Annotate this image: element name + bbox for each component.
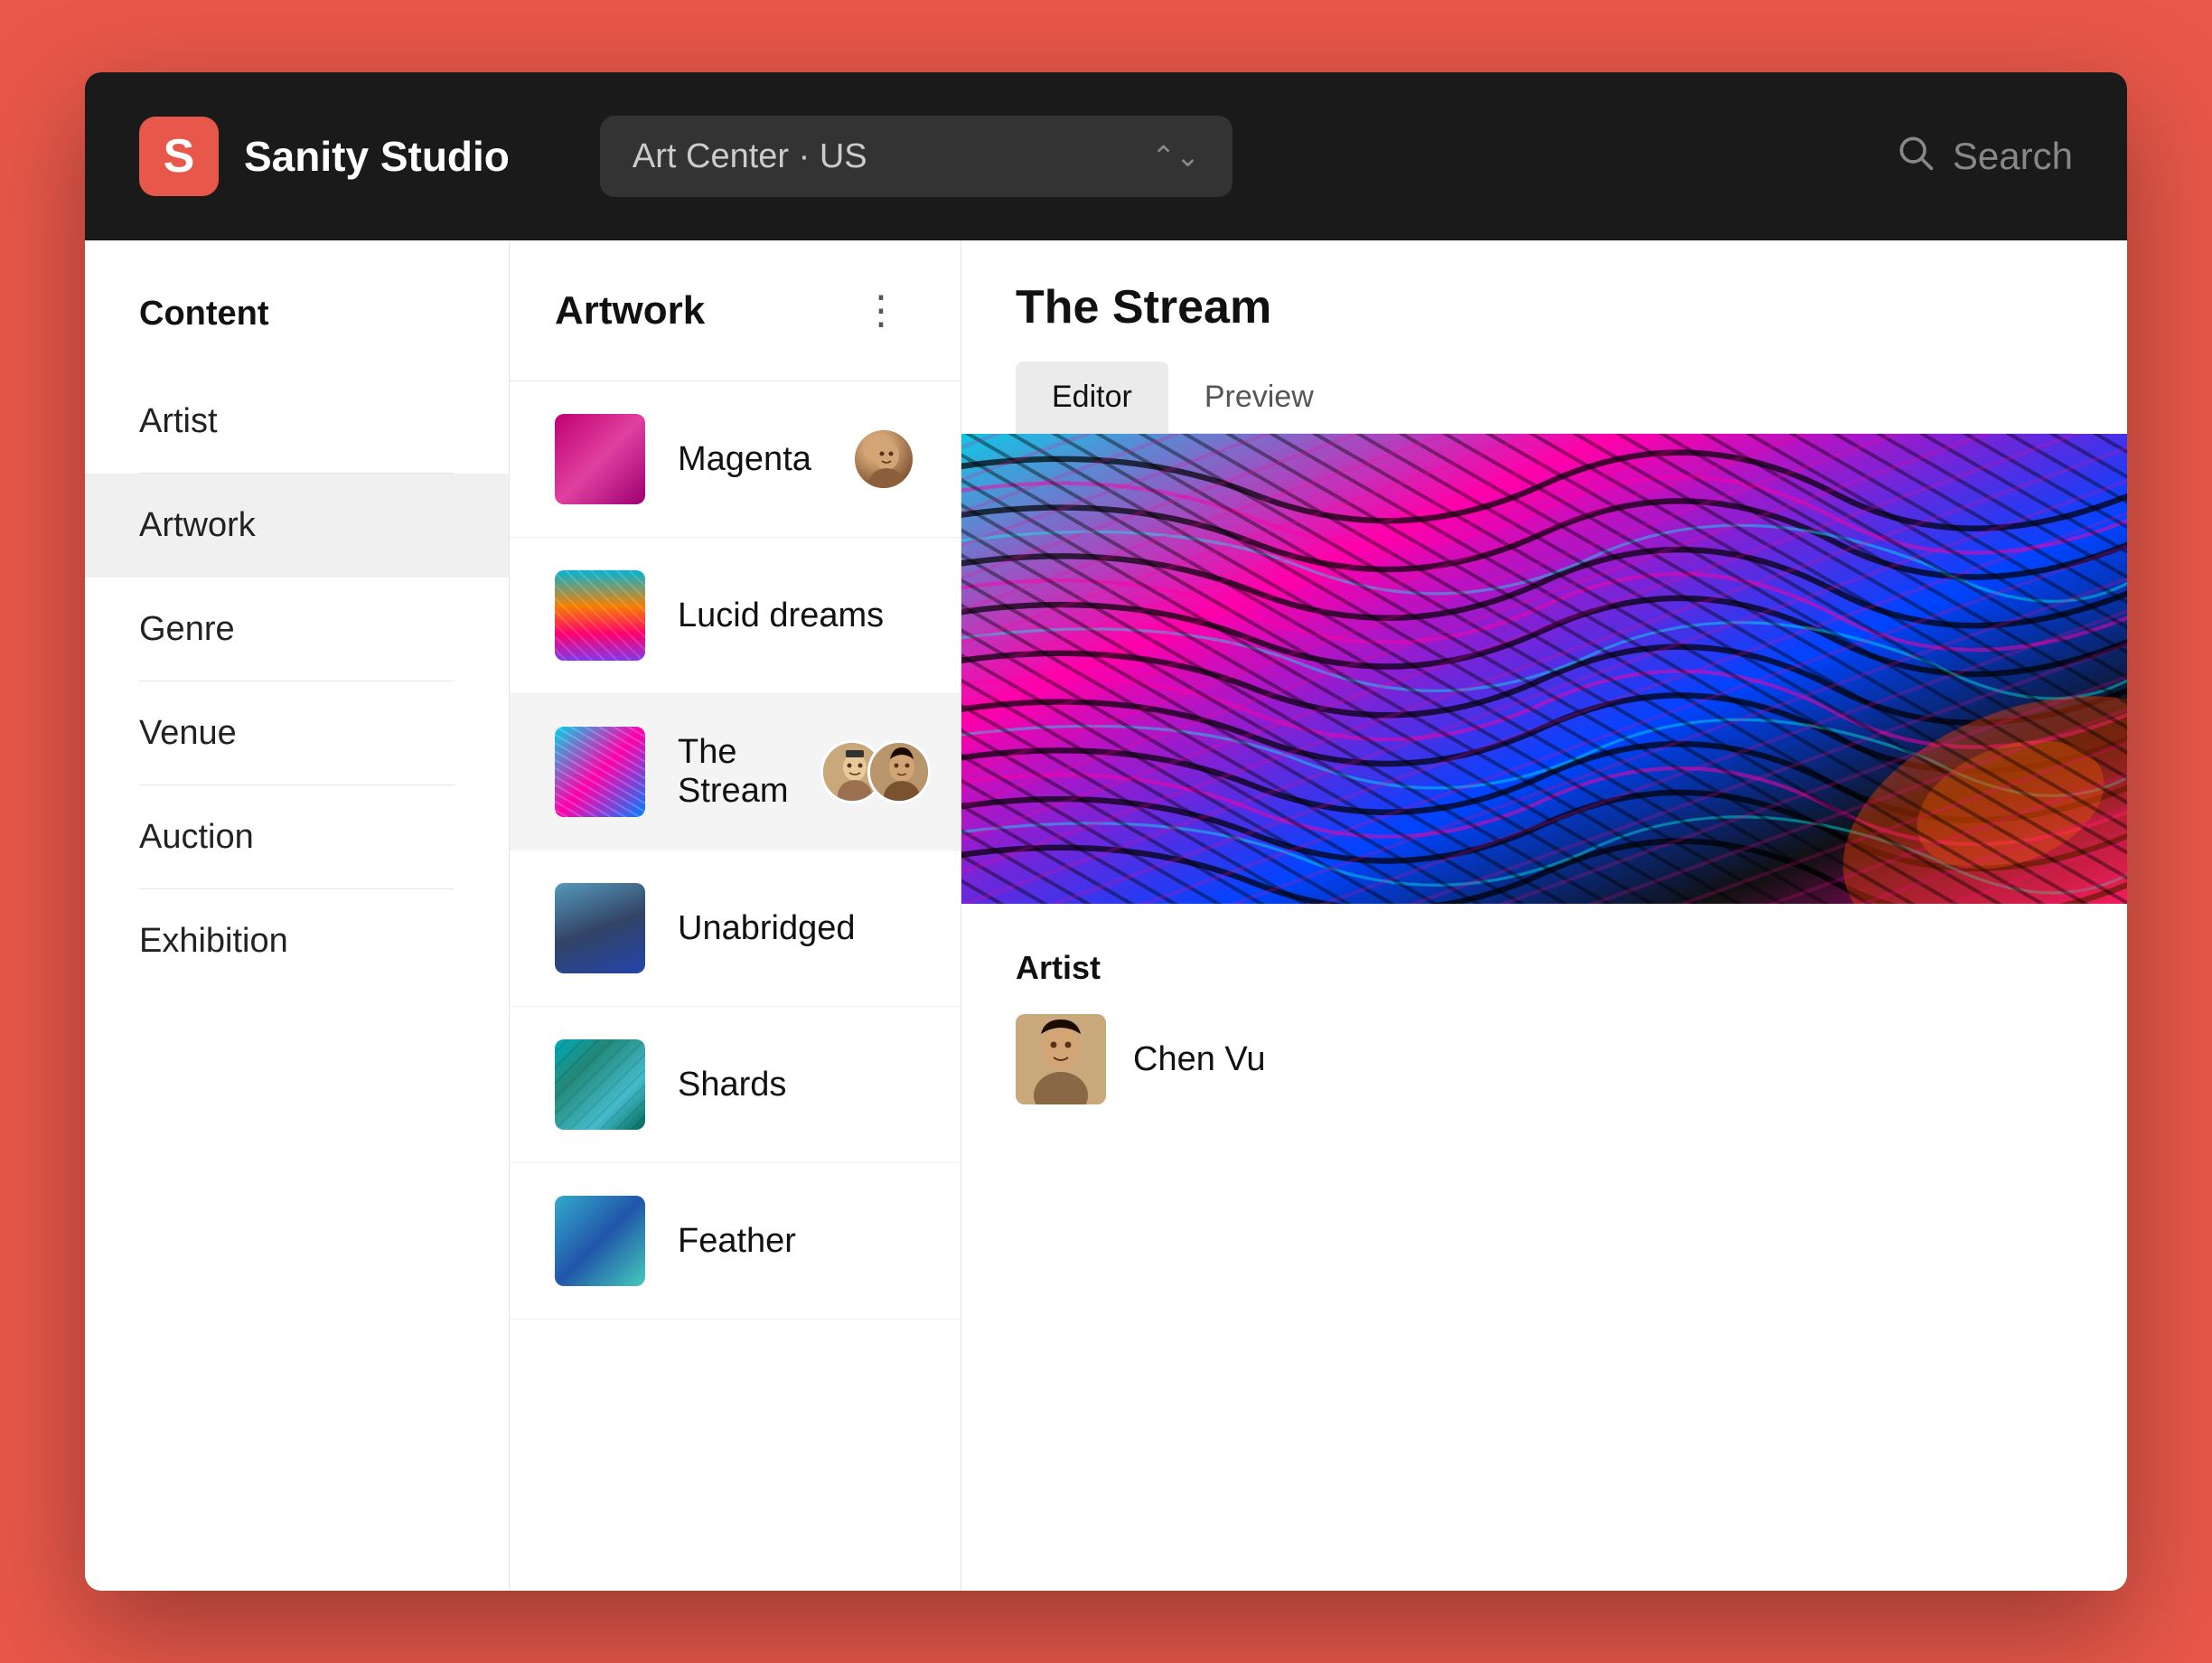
app-title: Sanity Studio <box>244 132 510 181</box>
panel-title: Artwork <box>555 288 847 334</box>
sidebar-item-artist[interactable]: Artist <box>85 370 509 474</box>
topbar: S Sanity Studio Art Center · US ⌃⌄ Searc… <box>85 72 2127 240</box>
workspace-selector[interactable]: Art Center · US ⌃⌄ <box>600 116 1233 197</box>
app-logo-icon: S <box>139 117 219 196</box>
artwork-thumb-unabridged <box>555 883 645 973</box>
artwork-name: Feather <box>678 1222 915 1261</box>
artwork-name: The Stream <box>678 733 788 811</box>
sidebar-item-exhibition[interactable]: Exhibition <box>85 889 509 993</box>
right-panel-title: The Stream <box>1016 280 2073 334</box>
chevron-updown-icon: ⌃⌄ <box>1151 139 1200 174</box>
artwork-item-the-stream[interactable]: The Stream <box>510 694 961 850</box>
right-panel: The Stream Editor Preview <box>961 240 2127 1591</box>
tabs: Editor Preview <box>1016 362 2073 434</box>
artwork-item-feather[interactable]: Feather <box>510 1163 961 1320</box>
artwork-thumb-shards <box>555 1039 645 1130</box>
main-content: Content Artist Artwork Genre Venue Aucti… <box>85 240 2127 1591</box>
artist-section: Artist <box>961 904 2127 1150</box>
artwork-thumb-feather <box>555 1196 645 1286</box>
avatars-magenta <box>852 427 915 491</box>
artwork-name: Unabridged <box>678 909 915 948</box>
sidebar-item-genre[interactable]: Genre <box>85 578 509 681</box>
search-icon <box>1895 132 1935 181</box>
artwork-item-shards[interactable]: Shards <box>510 1007 961 1163</box>
artwork-thumb-magenta <box>555 414 645 504</box>
artwork-list: Magenta <box>510 381 961 1320</box>
panel-header: Artwork ⋮ <box>510 240 961 381</box>
tab-preview[interactable]: Preview <box>1168 362 1350 433</box>
hero-image-canvas <box>961 434 2127 904</box>
workspace-label: Art Center · US <box>633 137 1129 176</box>
avatar <box>867 740 931 803</box>
artwork-name: Lucid dreams <box>678 597 915 635</box>
sidebar-item-venue[interactable]: Venue <box>85 681 509 785</box>
artist-name: Chen Vu <box>1133 1040 1265 1079</box>
artist-card[interactable]: Chen Vu <box>1016 1014 2073 1104</box>
more-options-icon[interactable]: ⋮ <box>847 280 915 341</box>
avatar <box>852 427 915 491</box>
artwork-hero-image <box>961 434 2127 904</box>
sidebar-item-artwork[interactable]: Artwork <box>85 474 509 578</box>
artwork-item-unabridged[interactable]: Unabridged <box>510 850 961 1007</box>
artwork-name: Magenta <box>678 440 820 479</box>
artist-avatar <box>1016 1014 1106 1104</box>
artwork-thumb-lucid-dreams <box>555 570 645 661</box>
logo-wrap: S Sanity Studio <box>139 117 510 196</box>
sidebar-header: Content <box>85 277 509 370</box>
artwork-item-lucid-dreams[interactable]: Lucid dreams <box>510 538 961 694</box>
search-area[interactable]: Search <box>1895 132 2073 181</box>
sidebar: Content Artist Artwork Genre Venue Aucti… <box>85 240 510 1591</box>
artwork-item-magenta[interactable]: Magenta <box>510 381 961 538</box>
tab-editor[interactable]: Editor <box>1016 362 1168 433</box>
search-label: Search <box>1953 135 2073 178</box>
artwork-thumb-the-stream <box>555 727 645 817</box>
artwork-name: Shards <box>678 1066 915 1104</box>
middle-panel: Artwork ⋮ Magenta <box>510 240 961 1591</box>
right-body: Artist <box>961 434 2127 1204</box>
artist-section-label: Artist <box>1016 949 2073 987</box>
sidebar-item-auction[interactable]: Auction <box>85 785 509 889</box>
avatars-stream <box>820 740 931 803</box>
app-window: S Sanity Studio Art Center · US ⌃⌄ Searc… <box>85 72 2127 1591</box>
right-header: The Stream Editor Preview <box>961 240 2127 434</box>
